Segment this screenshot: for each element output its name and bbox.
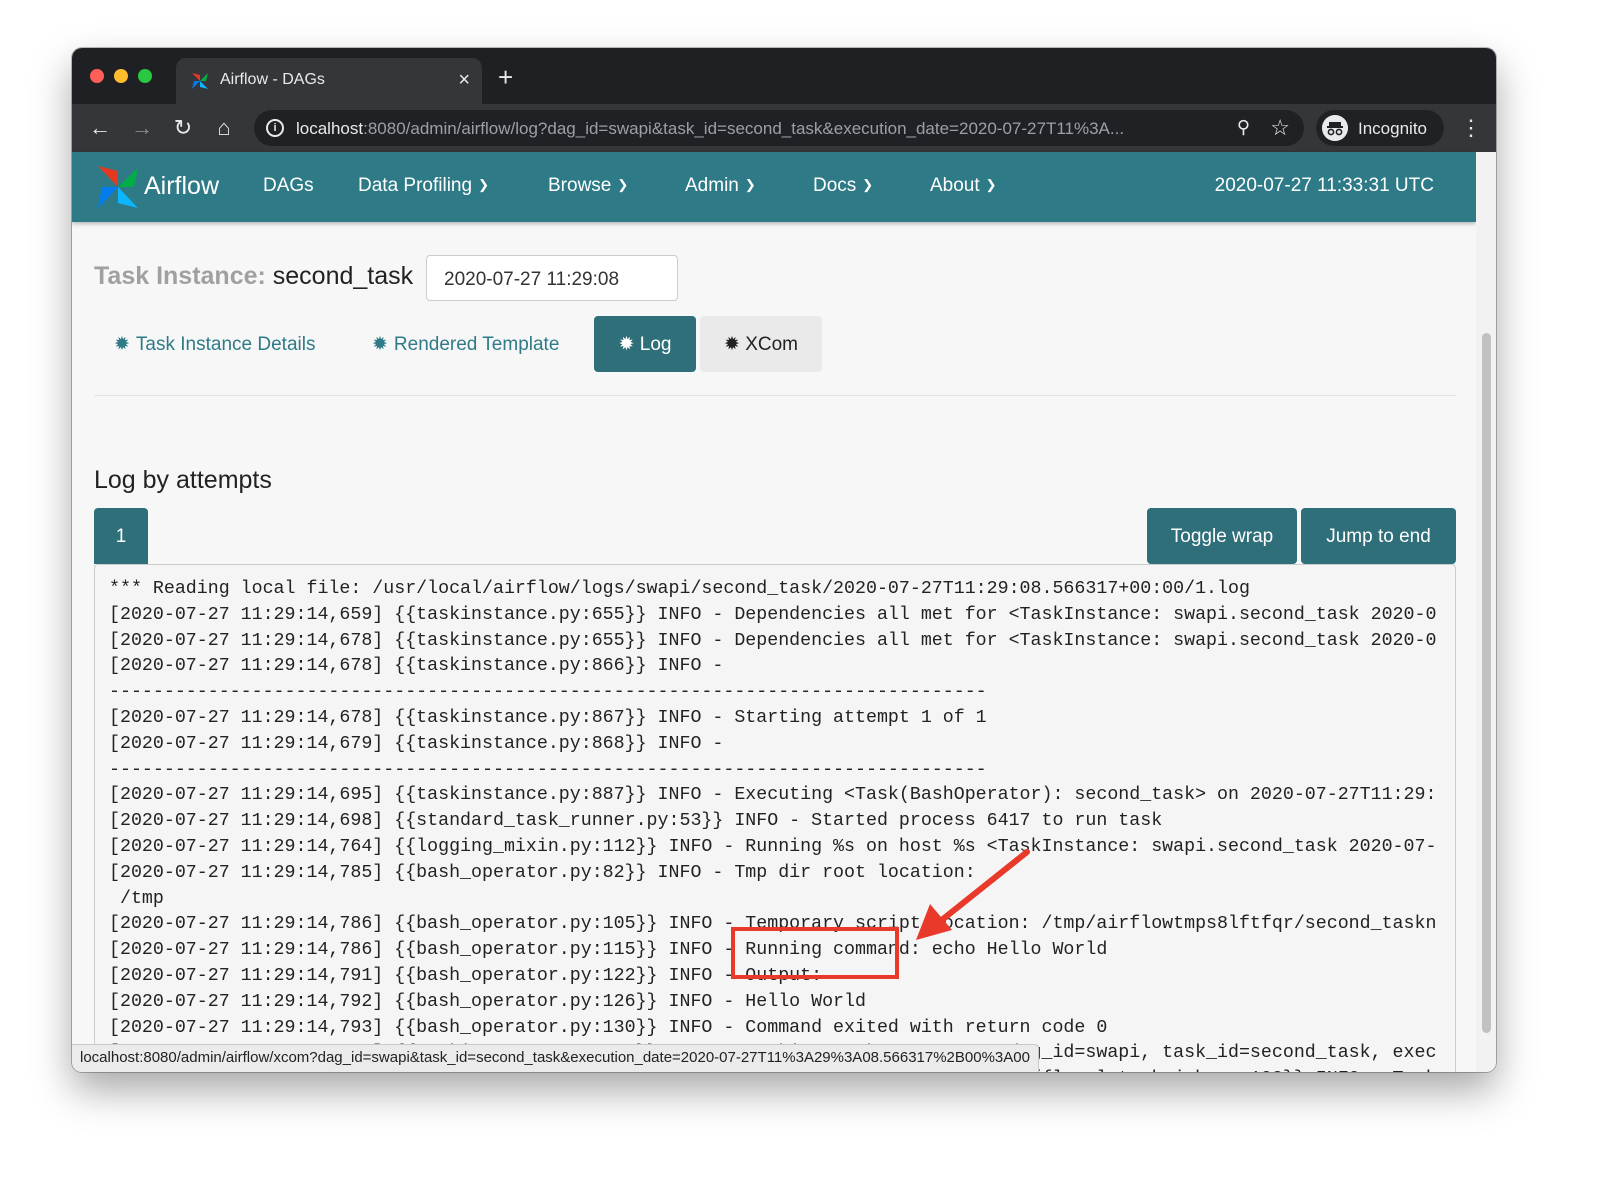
log-line: [2020-07-27 11:29:14,698] {{standard_tas… [109,811,1163,832]
hello-world-highlight [731,927,899,979]
incognito-icon [1322,115,1348,141]
page-scrollbar-thumb[interactable] [1482,333,1491,1033]
nav-admin[interactable]: Admin ❯ [685,175,756,197]
maximize-window-button[interactable] [138,69,152,83]
log-line: [2020-07-27 11:29:14,785] {{bash_operato… [109,862,976,883]
log-line: [2020-07-27 11:29:14,679] {{taskinstance… [109,733,724,754]
task-tabs: ✹ Task Instance Details ✹ Rendered Templat… [94,316,1456,396]
tab-strip: Airflow - DAGs × + [72,48,1496,104]
nav-admin-label: Admin [685,175,739,196]
gear-icon: ✹ [618,334,635,355]
chevron-down-icon: ❯ [985,177,997,192]
airflow-navbar: Airflow DAGs Data Profiling ❯ Browse ❯ Adm… [72,152,1476,222]
toggle-wrap-button[interactable]: Toggle wrap [1147,508,1297,564]
back-arrow-icon[interactable]: ← [86,114,114,142]
log-line: [2020-07-27 11:29:14,793] {{bash_operato… [109,1017,1108,1038]
tab-close-icon[interactable]: × [458,68,470,92]
forward-arrow-icon[interactable]: → [128,114,156,142]
log-line: ----------------------------------------… [109,759,987,780]
nav-dags-label: DAGs [263,175,314,196]
url-text[interactable]: localhost:8080/admin/airflow/log?dag_id=… [296,119,1216,139]
chevron-down-icon: ❯ [478,177,489,192]
page-title: Task Instance: second_task [94,262,413,291]
log-line: [2020-07-27 11:29:14,695] {{taskinstance… [109,785,1437,806]
close-window-button[interactable] [90,69,104,83]
airflow-favicon-icon [192,73,208,89]
nav-docs[interactable]: Docs ❯ [813,175,873,197]
airflow-logo-icon [98,166,138,208]
nav-browse-label: Browse [548,175,612,196]
execution-date-field[interactable]: 2020-07-27 11:29:08 [426,255,678,301]
gear-icon: ✹ [114,334,130,355]
log-line: [2020-07-27 11:29:14,678] {{taskinstance… [109,707,987,728]
tab-title: Airflow - DAGs [220,71,325,88]
brand-label: Airflow [144,172,220,200]
task-instance-label: Task Instance: [94,262,266,290]
url-host: localhost [296,119,364,138]
attempt-1-button[interactable]: 1 [94,508,148,564]
minimize-window-button[interactable] [114,69,128,83]
incognito-badge[interactable]: Incognito [1316,110,1444,146]
site-info-icon[interactable]: i [266,119,284,137]
home-icon[interactable]: ⌂ [210,114,238,142]
log-line: [2020-07-27 11:29:14,792] {{bash_operato… [109,991,866,1012]
log-line: [2020-07-27 11:29:14,764] {{logging_mixi… [109,836,1437,857]
chevron-down-icon: ❯ [744,177,756,192]
incognito-label: Incognito [1358,119,1427,138]
zoom-icon[interactable]: ⚲ [1237,117,1250,138]
tab-details-label: Task Instance Details [135,334,316,355]
nav-docs-label: Docs [813,175,857,196]
jump-to-end-button[interactable]: Jump to end [1301,508,1456,564]
tab-task-instance-details[interactable]: ✹ Task Instance Details [114,316,315,372]
tab-rendered-template[interactable]: ✹ Rendered Template [372,316,559,372]
link-status-bar: localhost:8080/admin/airflow/xcom?dag_id… [72,1044,1039,1072]
address-bar[interactable]: i localhost:8080/admin/airflow/log?dag_i… [254,110,1304,146]
browser-window: Airflow - DAGs × + ← → ↻ ⌂ i localhost:8… [72,48,1496,1072]
url-path: :8080/admin/airflow/log?dag_id=swapi&tas… [363,119,1125,138]
log-output[interactable]: *** Reading local file: /usr/local/airfl… [94,564,1456,1072]
tab-log-label: Log [639,334,672,355]
log-line: [2020-07-27 11:29:14,678] {{taskinstance… [109,656,724,677]
nav-data-profiling[interactable]: Data Profiling ❯ [358,175,489,197]
log-heading: Log by attempts [94,466,272,494]
gear-icon: ✹ [724,334,740,355]
nav-browse[interactable]: Browse ❯ [548,175,628,197]
browser-toolbar: ← → ↻ ⌂ i localhost:8080/admin/airflow/l… [72,104,1496,152]
chevron-down-icon: ❯ [862,177,874,192]
chevron-down-icon: ❯ [617,177,629,192]
bookmark-star-icon[interactable]: ☆ [1270,115,1290,141]
new-tab-icon[interactable]: + [498,64,513,90]
task-name: second_task [272,262,414,290]
tab-xcom[interactable]: ✹ XCom [700,316,822,372]
browser-tab[interactable]: Airflow - DAGs × [176,58,482,104]
reload-icon[interactable]: ↻ [169,114,197,142]
tab-xcom-label: XCom [745,334,798,355]
nav-data-profiling-label: Data Profiling [358,175,473,196]
server-time: 2020-07-27 11:33:31 UTC [1214,175,1434,196]
tab-log[interactable]: ✹ Log [594,316,696,372]
log-line: *** Reading local file: /usr/local/airfl… [109,579,1250,599]
log-line: [2020-07-27 11:29:14,659] {{taskinstance… [109,604,1437,625]
nav-about[interactable]: About ❯ [930,175,997,197]
log-line: /tmp [109,888,164,909]
tab-rendered-label: Rendered Template [393,334,560,355]
log-line: ----------------------------------------… [109,682,987,703]
gear-icon: ✹ [372,334,388,355]
browser-menu-icon[interactable]: ⋮ [1460,114,1482,142]
log-line: [2020-07-27 11:29:14,678] {{taskinstance… [109,630,1437,651]
nav-dags[interactable]: DAGs [263,175,314,197]
nav-about-label: About [930,175,980,196]
